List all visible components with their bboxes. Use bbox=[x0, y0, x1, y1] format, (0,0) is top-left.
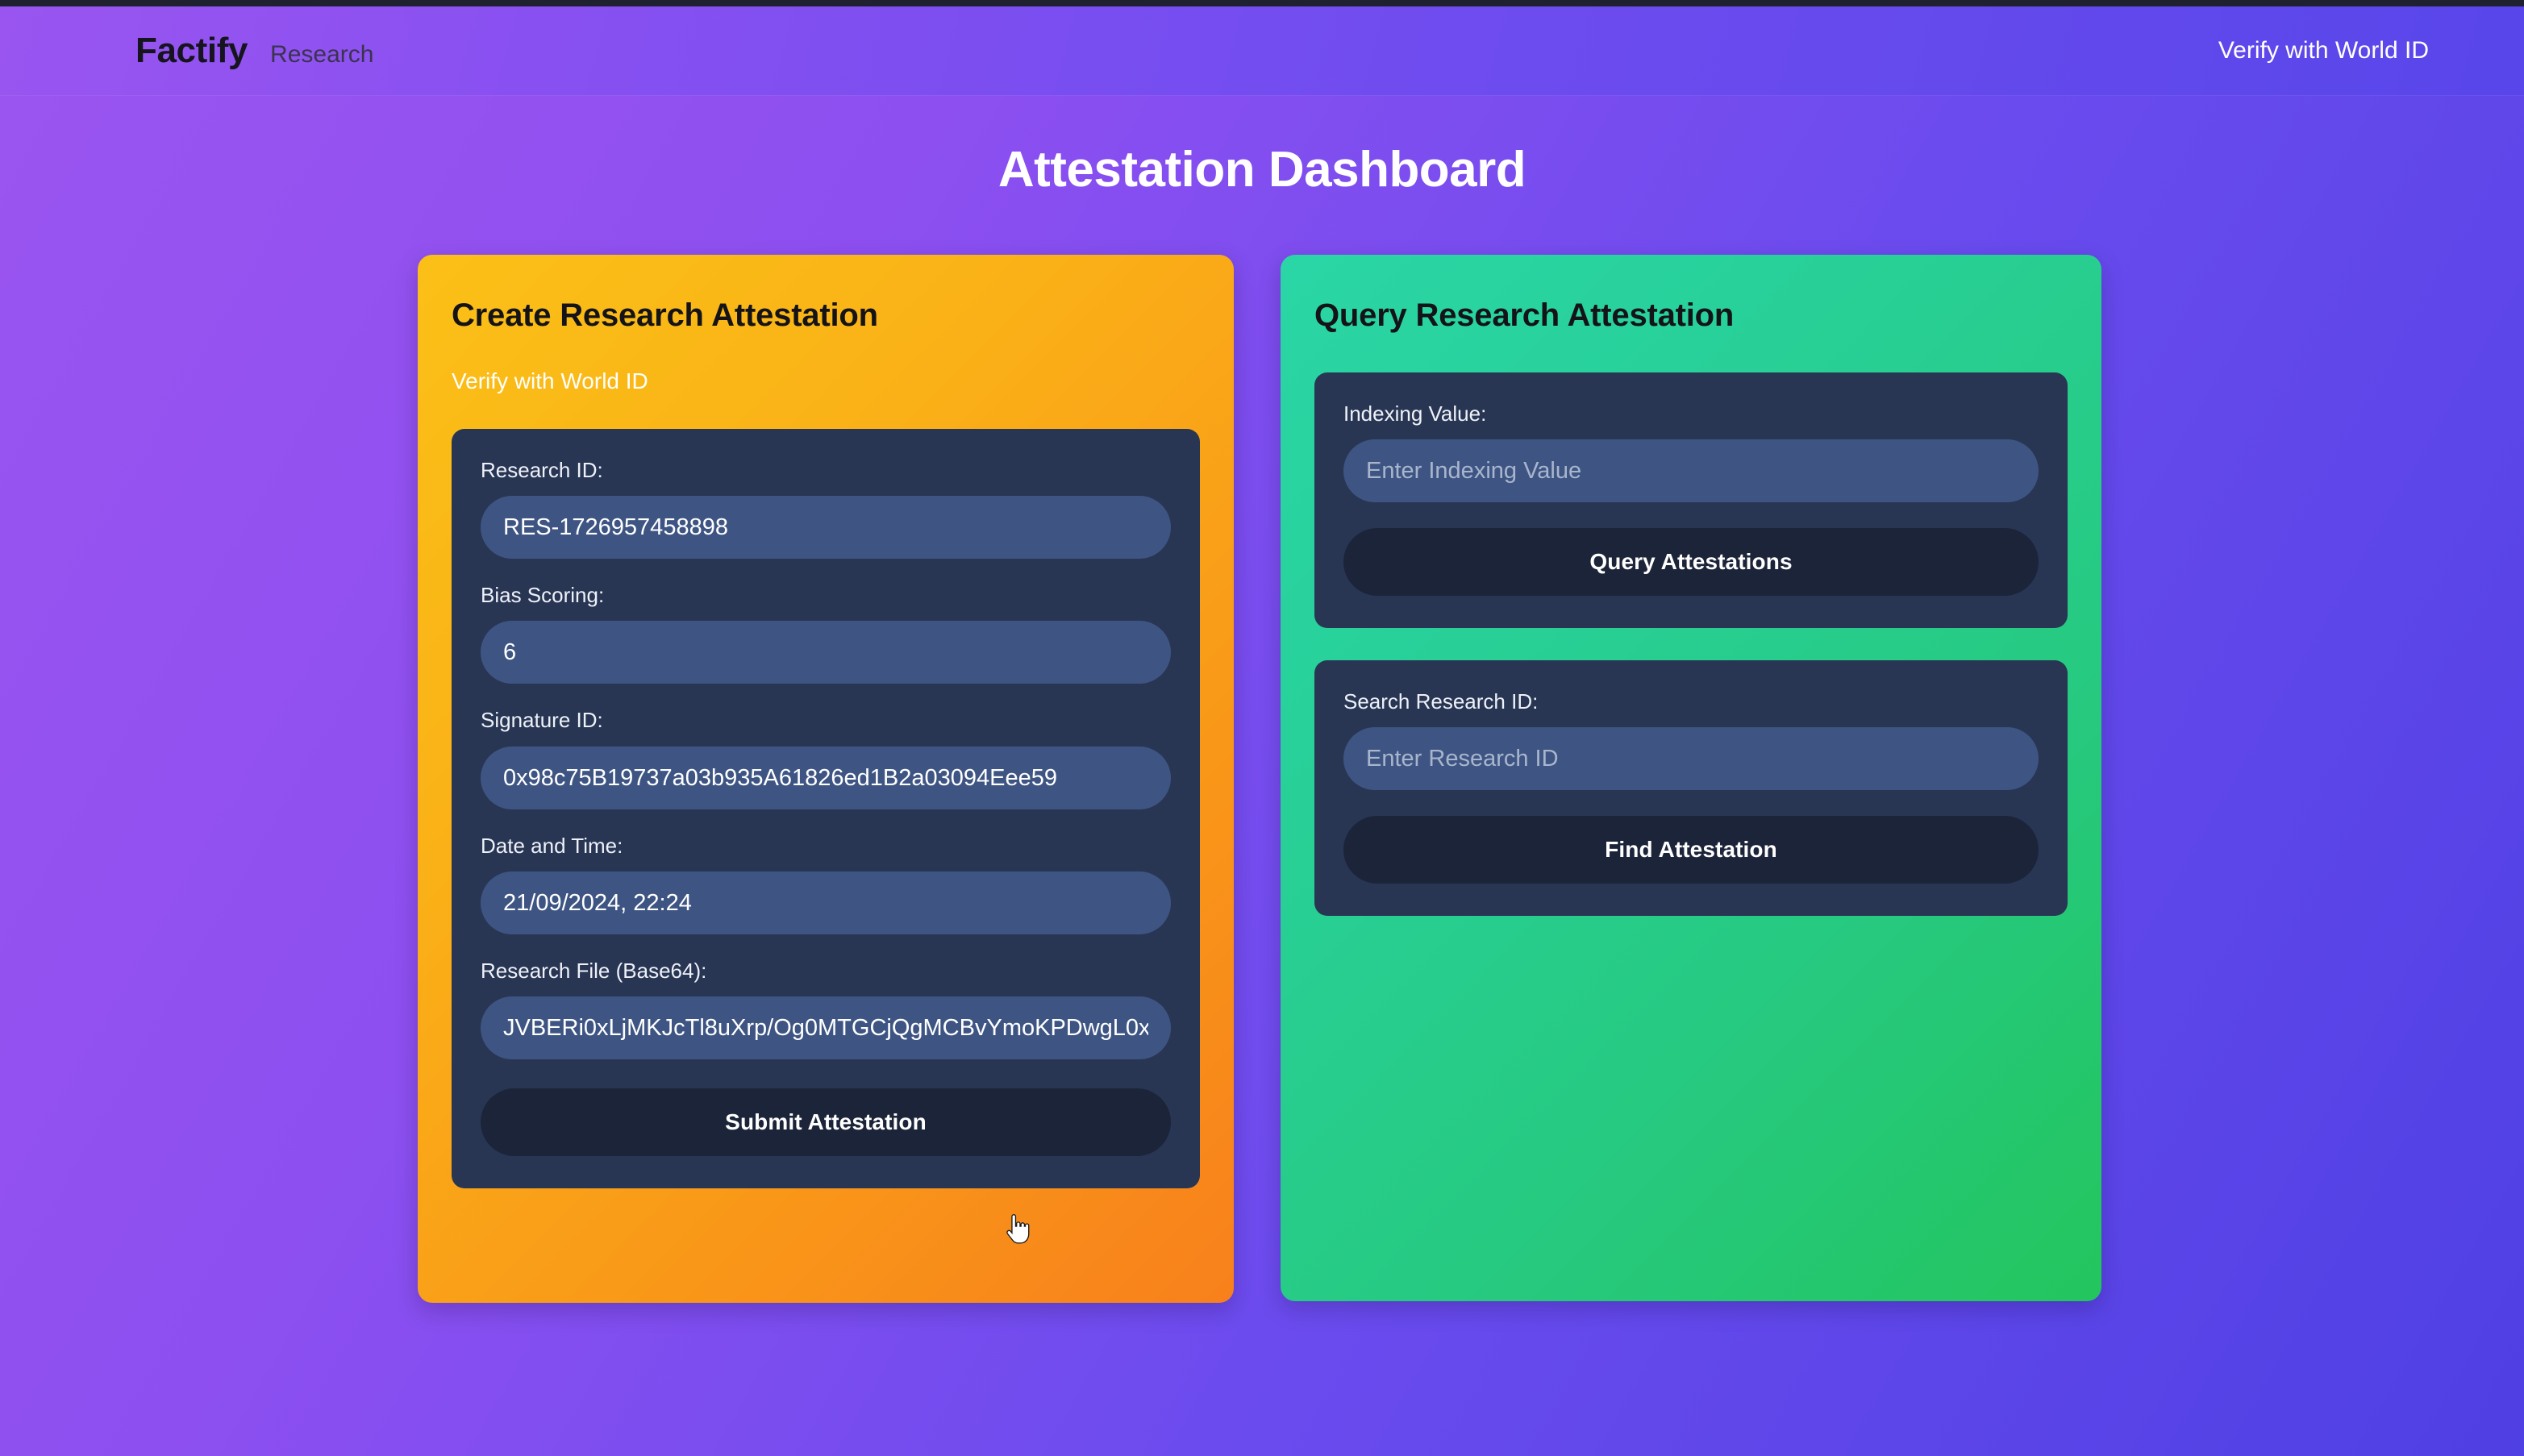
page-title: Attestation Dashboard bbox=[998, 142, 1526, 198]
field-research-id: Research ID: bbox=[481, 458, 1171, 560]
header-verify-world-id-button[interactable]: Verify with World ID bbox=[2218, 39, 2429, 63]
submit-attestation-button[interactable]: Submit Attestation bbox=[481, 1088, 1171, 1156]
input-signature-id[interactable] bbox=[481, 746, 1171, 809]
query-attestation-card: Query Research Attestation Indexing Valu… bbox=[1281, 255, 2101, 1301]
field-signature-id: Signature ID: bbox=[481, 708, 1171, 809]
query-card-title: Query Research Attestation bbox=[1314, 297, 1735, 333]
input-indexing-value[interactable] bbox=[1343, 439, 2039, 503]
create-attestation-card: Create Research Attestation Verify with … bbox=[418, 255, 1234, 1303]
label-research-file-base64: Research File (Base64): bbox=[481, 958, 707, 983]
find-attestation-button[interactable]: Find Attestation bbox=[1343, 816, 2039, 884]
brand-subtitle: Research bbox=[270, 41, 374, 68]
input-research-file-base64[interactable] bbox=[481, 996, 1171, 1059]
field-date-and-time: Date and Time: bbox=[481, 834, 1171, 934]
input-research-id[interactable] bbox=[481, 496, 1171, 560]
query-indexing-panel: Indexing Value: Query Attestations bbox=[1314, 372, 2068, 629]
input-date-and-time[interactable] bbox=[481, 871, 1171, 934]
label-research-id: Research ID: bbox=[481, 458, 603, 482]
field-bias-scoring: Bias Scoring: bbox=[481, 583, 1171, 684]
label-date-and-time: Date and Time: bbox=[481, 833, 623, 858]
label-bias-scoring: Bias Scoring: bbox=[481, 583, 605, 608]
label-search-research-id: Search Research ID: bbox=[1343, 689, 1539, 714]
brand-group[interactable]: Factify Research bbox=[135, 33, 373, 69]
site-header: Factify Research Verify with World ID bbox=[0, 6, 2524, 95]
field-search-research-id: Search Research ID: bbox=[1343, 689, 2039, 791]
create-card-title: Create Research Attestation bbox=[452, 297, 878, 333]
query-search-panel: Search Research ID: Find Attestation bbox=[1314, 660, 2068, 917]
input-search-research-id[interactable] bbox=[1343, 727, 2039, 791]
input-bias-scoring[interactable] bbox=[481, 621, 1171, 684]
create-attestation-form-panel: Research ID: Bias Scoring: Signature ID:… bbox=[452, 429, 1200, 1188]
label-signature-id: Signature ID: bbox=[481, 708, 603, 733]
cards-row: Create Research Attestation Verify with … bbox=[418, 255, 2103, 1311]
field-research-file-base64: Research File (Base64): bbox=[481, 959, 1171, 1059]
field-indexing-value: Indexing Value: bbox=[1343, 401, 2039, 503]
query-attestations-button[interactable]: Query Attestations bbox=[1343, 528, 2039, 597]
label-indexing-value: Indexing Value: bbox=[1343, 401, 1487, 426]
window-top-strip bbox=[0, 0, 2524, 6]
app-root: Factify Research Verify with World ID At… bbox=[0, 0, 2524, 1456]
brand-logo: Factify bbox=[135, 31, 248, 70]
create-card-verify-world-id-link[interactable]: Verify with World ID bbox=[452, 370, 1200, 393]
